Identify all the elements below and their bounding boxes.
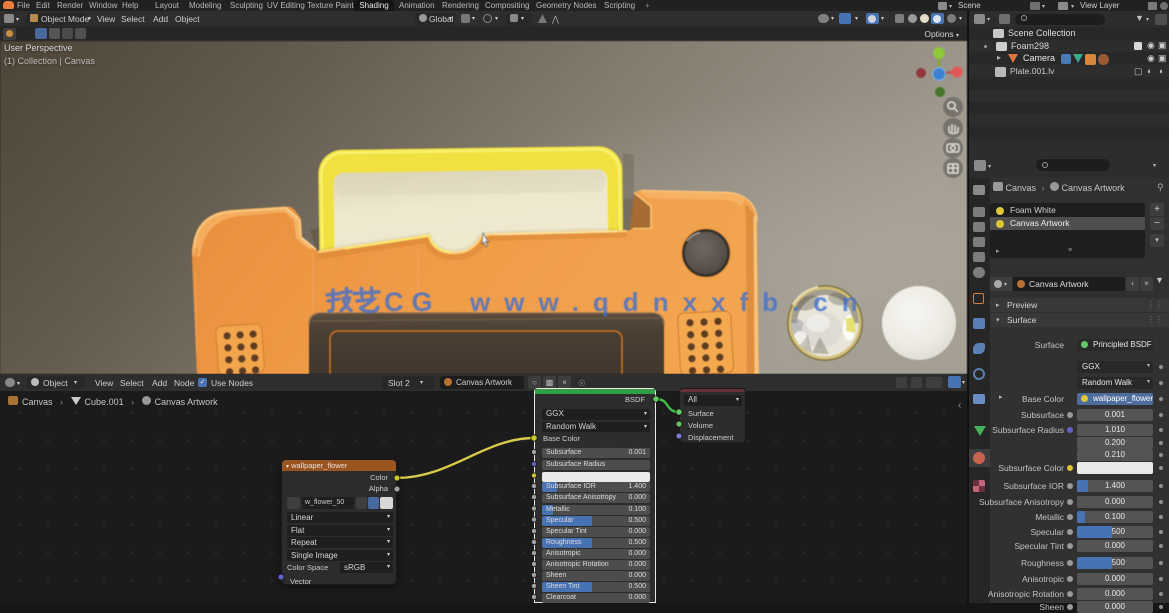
svg-text:CG: CG — [384, 287, 441, 317]
svg-text:www.qdnxxfb.cn: www.qdnxxfb.cn — [469, 287, 872, 317]
